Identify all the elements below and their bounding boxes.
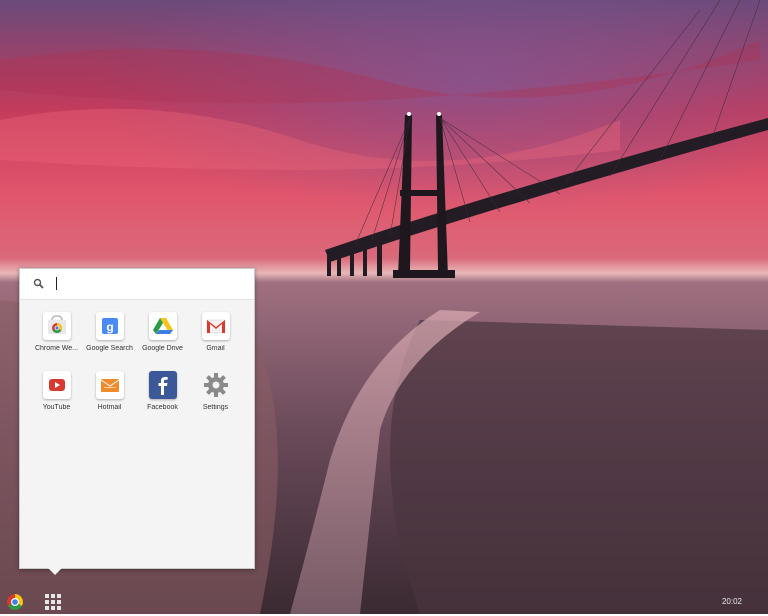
app-label: Settings	[202, 404, 229, 411]
app-tile-google-search[interactable]: g Google Search	[83, 312, 136, 371]
app-tile-facebook[interactable]: Facebook	[136, 371, 189, 430]
chrome-browser-icon[interactable]	[6, 593, 24, 611]
svg-text:g: g	[106, 320, 113, 334]
search-icon	[32, 277, 46, 291]
status-clock[interactable]: 20:02	[722, 597, 742, 606]
app-label: Facebook	[147, 404, 178, 411]
hotmail-icon	[95, 371, 124, 399]
app-tile-hotmail[interactable]: Hotmail	[83, 371, 136, 430]
launcher-search-input[interactable]	[54, 275, 248, 295]
google-search-icon: g	[95, 312, 124, 340]
app-launcher: Chrome We... g Google Search Google Driv	[19, 268, 255, 575]
app-tile-settings[interactable]: Settings	[189, 371, 242, 430]
app-launcher-grid-icon[interactable]	[44, 593, 62, 611]
app-tile-youtube[interactable]: YouTube	[30, 371, 83, 430]
app-label: Google Search	[86, 345, 133, 352]
app-label: Chrome We...	[34, 345, 79, 352]
app-tile-google-drive[interactable]: Google Drive	[136, 312, 189, 371]
app-label: Google Drive	[142, 345, 183, 352]
google-drive-icon	[148, 312, 177, 340]
launcher-search-bar	[20, 269, 254, 300]
chrome-web-store-icon	[42, 312, 71, 340]
app-label: Hotmail	[97, 404, 122, 411]
youtube-icon	[42, 371, 71, 399]
text-cursor	[56, 277, 57, 290]
app-label: YouTube	[42, 404, 71, 411]
settings-gear-icon	[202, 371, 230, 399]
app-tile-gmail[interactable]: Gmail	[189, 312, 242, 371]
gmail-icon	[201, 312, 230, 340]
shelf: 20:02	[0, 590, 768, 614]
facebook-icon	[148, 371, 177, 399]
app-grid: Chrome We... g Google Search Google Driv	[30, 312, 254, 430]
app-label: Gmail	[206, 345, 225, 352]
app-tile-chrome-web-store[interactable]: Chrome We...	[30, 312, 83, 371]
